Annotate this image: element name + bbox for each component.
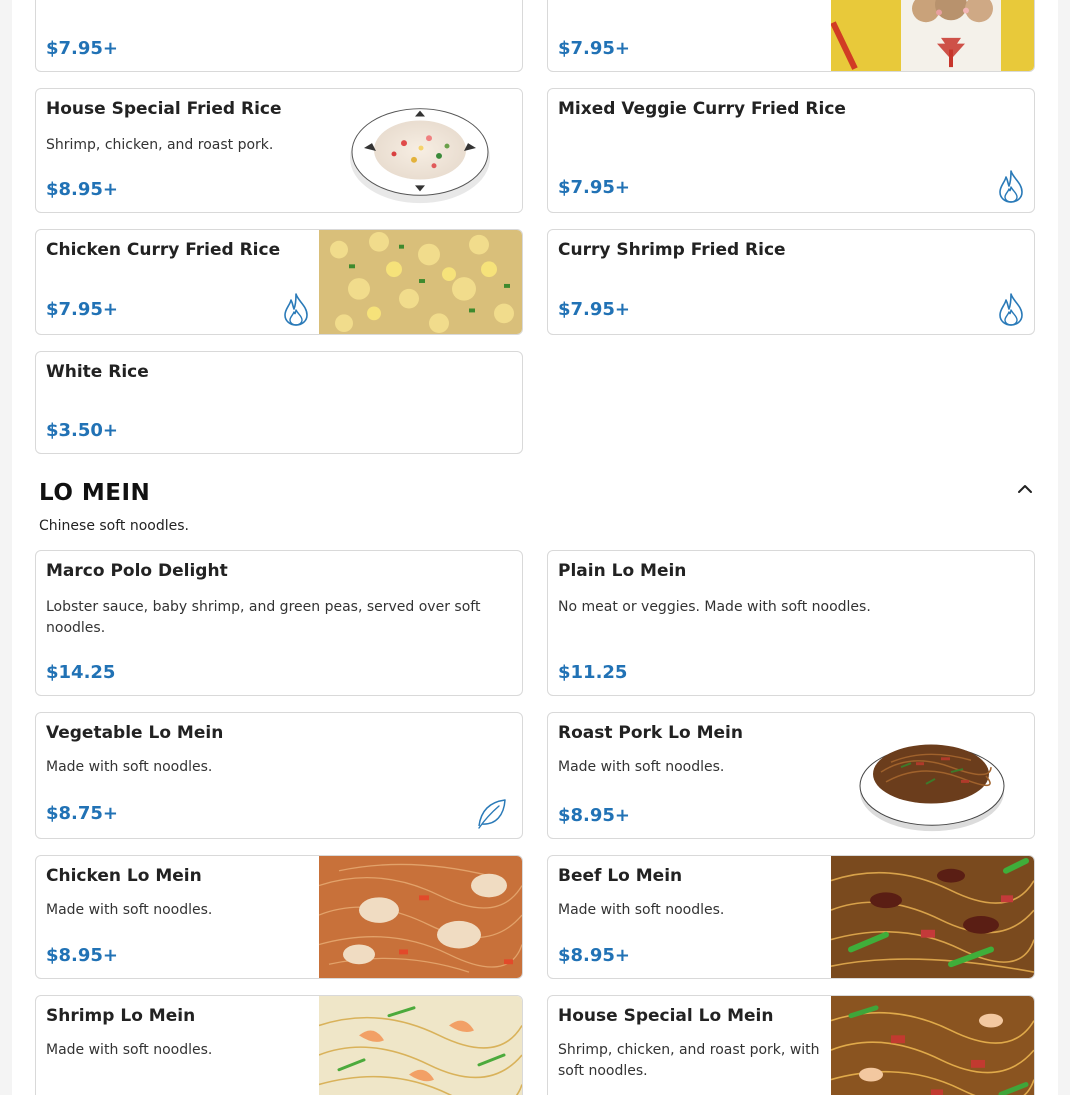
item-title: Beef Lo Mein bbox=[558, 866, 683, 886]
item-price: $11.25 bbox=[558, 662, 628, 683]
spicy-flame-icon bbox=[996, 292, 1026, 326]
item-description: Shrimp, chicken, and roast pork, with so… bbox=[558, 1042, 820, 1079]
fried-rice-takeout-box-photo bbox=[831, 0, 1034, 71]
menu-page: $7.95+ $7.95+ House Special Fried Rice S… bbox=[12, 0, 1058, 1095]
menu-item-card[interactable]: Chicken Lo Mein Made with soft noodles. … bbox=[35, 855, 523, 979]
chicken-lo-mein-photo bbox=[319, 856, 522, 978]
item-price: $8.95+ bbox=[558, 805, 631, 826]
menu-item-card[interactable]: Shrimp Lo Mein Made with soft noodles. bbox=[35, 995, 523, 1095]
item-description: Made with soft noodles. bbox=[558, 902, 725, 918]
chevron-up-icon[interactable] bbox=[1014, 478, 1036, 500]
chicken-curry-fried-rice-photo bbox=[319, 230, 522, 334]
item-price: $8.95+ bbox=[46, 179, 119, 200]
menu-item-card[interactable]: Roast Pork Lo Mein Made with soft noodle… bbox=[547, 712, 1035, 839]
menu-item-card[interactable]: House Special Lo Mein Shrimp, chicken, a… bbox=[547, 995, 1035, 1095]
section-description: Chinese soft noodles. bbox=[39, 518, 190, 534]
menu-item-card[interactable]: $7.95+ bbox=[547, 0, 1035, 72]
item-title: Mixed Veggie Curry Fried Rice bbox=[558, 99, 846, 119]
item-title: Curry Shrimp Fried Rice bbox=[558, 240, 786, 260]
item-title: House Special Lo Mein bbox=[558, 1006, 774, 1026]
item-title: Plain Lo Mein bbox=[558, 561, 687, 581]
item-description: Lobster sauce, baby shrimp, and green pe… bbox=[46, 599, 481, 636]
menu-item-card[interactable]: Curry Shrimp Fried Rice $7.95+ bbox=[547, 229, 1035, 335]
shrimp-lo-mein-photo bbox=[319, 996, 522, 1095]
item-price: $8.95+ bbox=[46, 945, 119, 966]
item-title: Roast Pork Lo Mein bbox=[558, 723, 743, 743]
item-description: Shrimp, chicken, and roast pork. bbox=[46, 137, 274, 153]
item-description: No meat or veggies. Made with soft noodl… bbox=[558, 599, 871, 615]
item-price: $3.50+ bbox=[46, 420, 119, 441]
item-price: $14.25 bbox=[46, 662, 116, 683]
item-title: White Rice bbox=[46, 362, 149, 382]
section-title: LO MEIN bbox=[39, 480, 151, 506]
item-price: $7.95+ bbox=[558, 299, 631, 320]
item-title: Marco Polo Delight bbox=[46, 561, 228, 581]
item-price: $8.95+ bbox=[558, 945, 631, 966]
item-title: House Special Fried Rice bbox=[46, 99, 282, 119]
menu-item-card[interactable]: Marco Polo Delight Lobster sauce, baby s… bbox=[35, 550, 523, 696]
spicy-flame-icon bbox=[996, 169, 1026, 203]
item-title: Vegetable Lo Mein bbox=[46, 723, 224, 743]
item-description: Made with soft noodles. bbox=[46, 902, 213, 918]
menu-item-card[interactable]: Mixed Veggie Curry Fried Rice $7.95+ bbox=[547, 88, 1035, 213]
item-price: $7.95+ bbox=[46, 299, 119, 320]
roast-pork-lo-mein-photo bbox=[831, 713, 1034, 838]
item-description: Made with soft noodles. bbox=[46, 759, 213, 775]
menu-item-card[interactable]: Plain Lo Mein No meat or veggies. Made w… bbox=[547, 550, 1035, 696]
menu-item-card[interactable]: Chicken Curry Fried Rice $7.95+ bbox=[35, 229, 523, 335]
spicy-flame-icon bbox=[281, 292, 311, 326]
menu-item-card[interactable]: House Special Fried Rice Shrimp, chicken… bbox=[35, 88, 523, 213]
menu-item-card[interactable]: Beef Lo Mein Made with soft noodles. $8.… bbox=[547, 855, 1035, 979]
item-title: Chicken Curry Fried Rice bbox=[46, 240, 281, 260]
item-price: $7.95+ bbox=[558, 38, 631, 59]
menu-item-card[interactable]: Vegetable Lo Mein Made with soft noodles… bbox=[35, 712, 523, 839]
house-special-lo-mein-photo bbox=[831, 996, 1034, 1095]
vegetarian-leaf-icon bbox=[476, 796, 506, 830]
item-description: Made with soft noodles. bbox=[46, 1042, 213, 1058]
item-price: $7.95+ bbox=[558, 177, 631, 198]
item-price: $7.95+ bbox=[46, 38, 119, 59]
house-special-fried-rice-photo bbox=[319, 89, 522, 212]
beef-lo-mein-photo bbox=[831, 856, 1034, 978]
item-title: Shrimp Lo Mein bbox=[46, 1006, 196, 1026]
item-price: $8.75+ bbox=[46, 803, 119, 824]
menu-item-card[interactable]: White Rice $3.50+ bbox=[35, 351, 523, 454]
item-description: Made with soft noodles. bbox=[558, 759, 725, 775]
item-title: Chicken Lo Mein bbox=[46, 866, 202, 886]
menu-item-card[interactable]: $7.95+ bbox=[35, 0, 523, 72]
